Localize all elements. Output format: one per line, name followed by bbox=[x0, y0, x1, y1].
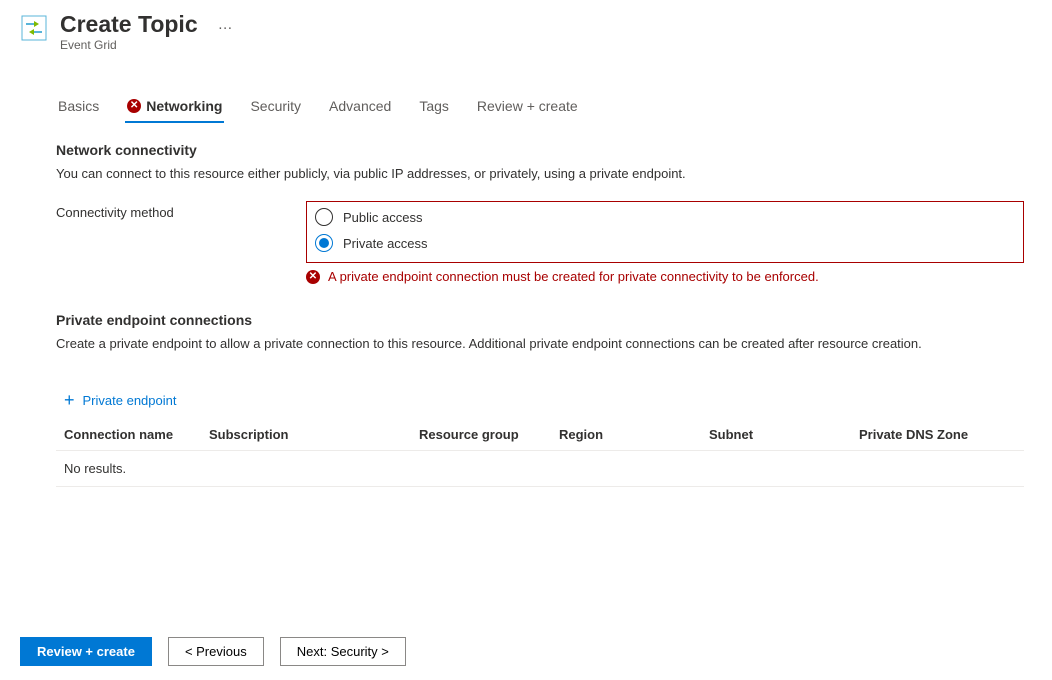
validation-message: A private endpoint connection must be cr… bbox=[306, 269, 1024, 284]
connectivity-radio-group: Public access Private access bbox=[306, 201, 1024, 263]
endpoints-table: Connection name Subscription Resource gr… bbox=[56, 419, 1024, 487]
no-results-row: No results. bbox=[56, 451, 1024, 487]
radio-public-access[interactable]: Public access bbox=[315, 208, 1015, 226]
tab-label: Basics bbox=[58, 98, 99, 114]
tab-label: Review + create bbox=[477, 98, 578, 114]
network-description: You can connect to this resource either … bbox=[56, 166, 1024, 181]
overflow-menu[interactable]: … bbox=[218, 16, 234, 33]
col-subscription[interactable]: Subscription bbox=[209, 427, 419, 442]
tab-tags[interactable]: Tags bbox=[417, 92, 451, 122]
review-create-button[interactable]: Review + create bbox=[20, 637, 152, 666]
tab-networking[interactable]: Networking bbox=[125, 92, 224, 122]
page-subtitle: Event Grid bbox=[60, 38, 198, 52]
tab-bar: Basics Networking Security Advanced Tags… bbox=[20, 92, 1024, 122]
radio-private-access[interactable]: Private access bbox=[315, 234, 1015, 252]
error-icon bbox=[306, 270, 320, 284]
tab-label: Advanced bbox=[329, 98, 391, 114]
tab-review-create[interactable]: Review + create bbox=[475, 92, 580, 122]
col-subnet[interactable]: Subnet bbox=[709, 427, 859, 442]
tab-label: Security bbox=[250, 98, 301, 114]
validation-text: A private endpoint connection must be cr… bbox=[328, 269, 819, 284]
plus-icon: + bbox=[64, 391, 75, 409]
add-endpoint-label: Private endpoint bbox=[83, 393, 177, 408]
add-private-endpoint-button[interactable]: + Private endpoint bbox=[64, 391, 176, 409]
endpoints-description: Create a private endpoint to allow a pri… bbox=[56, 336, 1024, 351]
col-private-dns[interactable]: Private DNS Zone bbox=[859, 427, 1016, 442]
tab-security[interactable]: Security bbox=[248, 92, 303, 122]
error-icon bbox=[127, 99, 141, 113]
radio-label: Public access bbox=[343, 210, 422, 225]
col-connection-name[interactable]: Connection name bbox=[64, 427, 209, 442]
previous-button[interactable]: < Previous bbox=[168, 637, 264, 666]
event-grid-icon bbox=[20, 14, 48, 42]
radio-icon bbox=[315, 208, 333, 226]
page-title: Create Topic bbox=[60, 10, 198, 38]
connectivity-field: Connectivity method Public access Privat… bbox=[56, 201, 1024, 263]
tab-basics[interactable]: Basics bbox=[56, 92, 101, 122]
radio-label: Private access bbox=[343, 236, 428, 251]
network-section-title: Network connectivity bbox=[56, 142, 1024, 158]
endpoints-section-title: Private endpoint connections bbox=[56, 312, 1024, 328]
wizard-footer: Review + create < Previous Next: Securit… bbox=[20, 637, 406, 666]
tab-label: Networking bbox=[146, 98, 222, 114]
tab-advanced[interactable]: Advanced bbox=[327, 92, 393, 122]
connectivity-label: Connectivity method bbox=[56, 201, 286, 220]
next-button[interactable]: Next: Security > bbox=[280, 637, 406, 666]
table-header: Connection name Subscription Resource gr… bbox=[56, 419, 1024, 451]
col-resource-group[interactable]: Resource group bbox=[419, 427, 559, 442]
page-header: Create Topic Event Grid … bbox=[20, 10, 1024, 52]
col-region[interactable]: Region bbox=[559, 427, 709, 442]
radio-icon bbox=[315, 234, 333, 252]
tab-label: Tags bbox=[419, 98, 449, 114]
